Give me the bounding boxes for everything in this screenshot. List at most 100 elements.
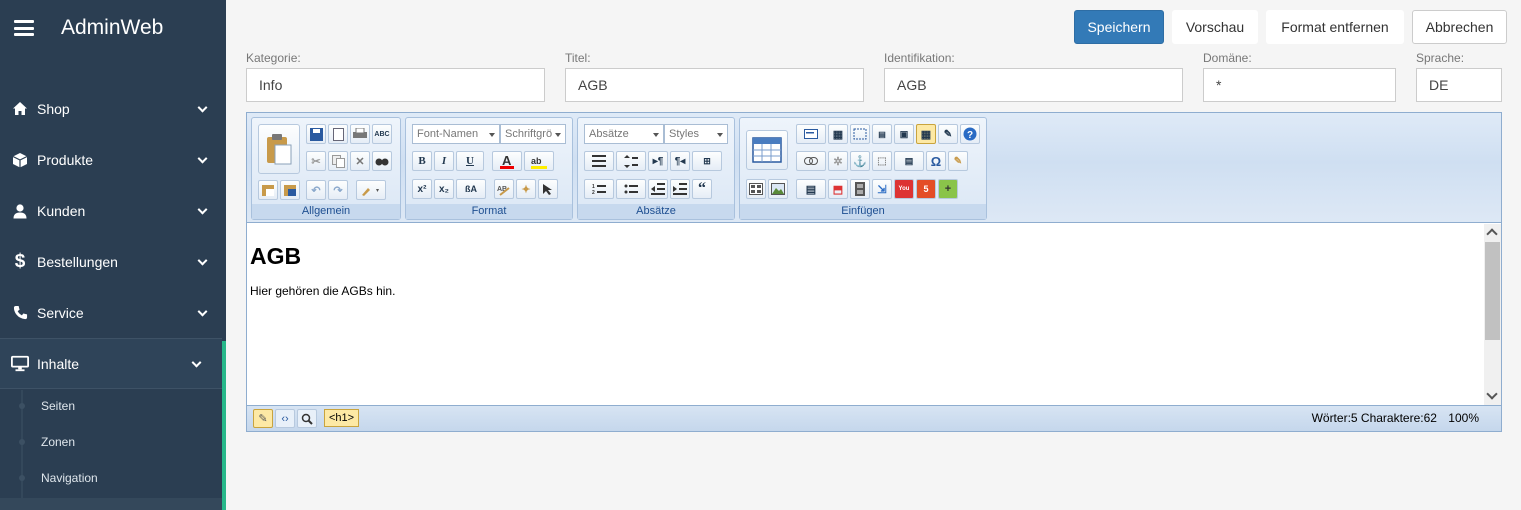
font-size-dropdown[interactable]: Schriftgrö: [500, 124, 566, 144]
scroll-up-icon[interactable]: [1486, 228, 1498, 240]
indent-icon[interactable]: [670, 179, 690, 199]
link-icon[interactable]: [796, 151, 826, 171]
clean-format-icon[interactable]: ✦: [516, 179, 536, 199]
paste-icon[interactable]: [258, 124, 300, 174]
sidebar-item-bestellungen[interactable]: $ Bestellungen: [0, 236, 226, 287]
media-icon[interactable]: +: [938, 179, 958, 199]
rtl-icon[interactable]: ¶◂: [670, 151, 690, 171]
ribbon-group-allgemein: ABC ✂ ✕ ↶ ↷ Allgemein: [251, 117, 401, 220]
line-height-icon[interactable]: [616, 151, 646, 171]
delete-icon[interactable]: ✕: [350, 151, 370, 171]
format-painter-icon[interactable]: [356, 180, 386, 200]
html5-icon[interactable]: 5: [916, 179, 936, 199]
bold-icon[interactable]: B: [412, 151, 432, 171]
spellcheck-icon[interactable]: ABC: [372, 124, 392, 144]
bullet-list-icon[interactable]: [616, 179, 646, 199]
menu-icon[interactable]: [14, 20, 34, 36]
identifikation-field[interactable]: AGB: [884, 68, 1183, 102]
remove-format-button[interactable]: Format entfernen: [1266, 10, 1404, 44]
snippet-icon[interactable]: ✎: [938, 124, 958, 144]
pdf-icon[interactable]: ⬒: [828, 179, 848, 199]
youtube-icon[interactable]: You: [894, 179, 914, 199]
image-icon[interactable]: [768, 179, 788, 199]
sidebar-subitem-partial[interactable]: [0, 498, 222, 510]
image-gallery-icon[interactable]: [746, 179, 766, 199]
scroll-down-icon[interactable]: [1486, 388, 1498, 400]
video-icon[interactable]: [850, 179, 870, 199]
insert-table-icon[interactable]: [746, 130, 788, 170]
editor-content[interactable]: AGB Hier gehören die AGBs hin.: [247, 224, 1484, 405]
sidebar-item-service[interactable]: Service: [0, 287, 226, 338]
superscript-icon[interactable]: x²: [412, 179, 432, 199]
blockquote-icon[interactable]: “: [692, 179, 712, 199]
change-case-icon[interactable]: ßA: [456, 179, 486, 199]
div-container-icon[interactable]: [850, 124, 870, 144]
html-mode-icon[interactable]: ‹›: [275, 409, 295, 428]
sidebar-item-kunden[interactable]: Kunden: [0, 185, 226, 236]
editor-scrollbar[interactable]: [1484, 224, 1501, 405]
italic-icon[interactable]: I: [434, 151, 454, 171]
paste-text-icon[interactable]: [258, 180, 278, 200]
underline-icon[interactable]: U: [456, 151, 484, 171]
grid-icon[interactable]: ▦: [916, 124, 936, 144]
cut-icon[interactable]: ✂: [306, 151, 326, 171]
anchor-icon[interactable]: ⚓: [850, 151, 870, 171]
font-name-dropdown[interactable]: Font-Namen: [412, 124, 500, 144]
titel-label: Titel:: [565, 51, 591, 65]
subscript-icon[interactable]: x₂: [434, 179, 454, 199]
font-color-icon[interactable]: A: [492, 151, 522, 171]
print-icon[interactable]: [350, 124, 370, 144]
zoom-level[interactable]: 100%: [1448, 411, 1479, 425]
kategorie-field[interactable]: Info: [246, 68, 545, 102]
domaene-field[interactable]: *: [1203, 68, 1396, 102]
paste-word-icon[interactable]: [280, 180, 300, 200]
help-icon[interactable]: ?: [960, 124, 980, 144]
flash-icon[interactable]: ⇲: [872, 179, 892, 199]
content-paragraph[interactable]: Hier gehören die AGBs hin.: [250, 284, 1481, 298]
redo-icon[interactable]: ↷: [328, 180, 348, 200]
sidebar-subitem-zonen[interactable]: Zonen: [0, 424, 222, 460]
sidebar-item-shop[interactable]: Shop: [0, 83, 226, 134]
strip-tags-icon[interactable]: AB: [494, 179, 514, 199]
undo-icon[interactable]: ↶: [306, 180, 326, 200]
app-title[interactable]: AdminWeb: [61, 16, 163, 40]
spell-icon[interactable]: ✎: [948, 151, 968, 171]
sprache-field[interactable]: DE: [1416, 68, 1502, 102]
sidebar-subitem-navigation[interactable]: Navigation: [0, 460, 222, 496]
unlink-icon[interactable]: ✲: [828, 151, 848, 171]
table-cells-icon[interactable]: ▦: [828, 124, 848, 144]
template-icon[interactable]: ▤: [872, 124, 892, 144]
image-map-icon[interactable]: ⬚: [872, 151, 892, 171]
sidebar-item-inhalte[interactable]: Inhalte: [0, 338, 222, 389]
form-elements-icon[interactable]: [796, 124, 826, 144]
insert-date-icon[interactable]: ▤: [894, 151, 924, 171]
design-mode-icon[interactable]: ✎: [253, 409, 273, 428]
styles-dropdown[interactable]: Styles: [664, 124, 728, 144]
save-icon[interactable]: [306, 124, 326, 144]
home-icon: [11, 100, 29, 118]
element-path-tag[interactable]: <h1>: [324, 409, 360, 427]
highlight-color-icon[interactable]: ab: [524, 151, 554, 171]
align-justify-icon[interactable]: [584, 151, 614, 171]
ordered-list-icon[interactable]: 12: [584, 179, 614, 199]
ltr-icon[interactable]: ▸¶: [648, 151, 668, 171]
select-element-icon[interactable]: [538, 179, 558, 199]
find-icon[interactable]: [372, 151, 392, 171]
cancel-button[interactable]: Abbrechen: [1412, 10, 1507, 44]
outdent-icon[interactable]: [648, 179, 668, 199]
copy-icon[interactable]: [328, 151, 348, 171]
preview-button[interactable]: Vorschau: [1172, 10, 1258, 44]
save-button[interactable]: Speichern: [1074, 10, 1164, 44]
sidebar-item-produkte[interactable]: Produkte: [0, 134, 226, 185]
preview-mode-icon[interactable]: [297, 409, 317, 428]
content-heading[interactable]: AGB: [250, 243, 1481, 270]
document-icon[interactable]: ▤: [796, 179, 826, 199]
paragraph-dropdown[interactable]: Absätze: [584, 124, 664, 144]
titel-field[interactable]: AGB: [565, 68, 864, 102]
insert-paragraph-icon[interactable]: ⊞: [692, 151, 722, 171]
new-document-icon[interactable]: [328, 124, 348, 144]
special-char-icon[interactable]: Ω: [926, 151, 946, 171]
iframe-icon[interactable]: ▣: [894, 124, 914, 144]
scrollbar-thumb[interactable]: [1485, 242, 1500, 340]
sidebar-subitem-seiten[interactable]: Seiten: [0, 388, 222, 424]
